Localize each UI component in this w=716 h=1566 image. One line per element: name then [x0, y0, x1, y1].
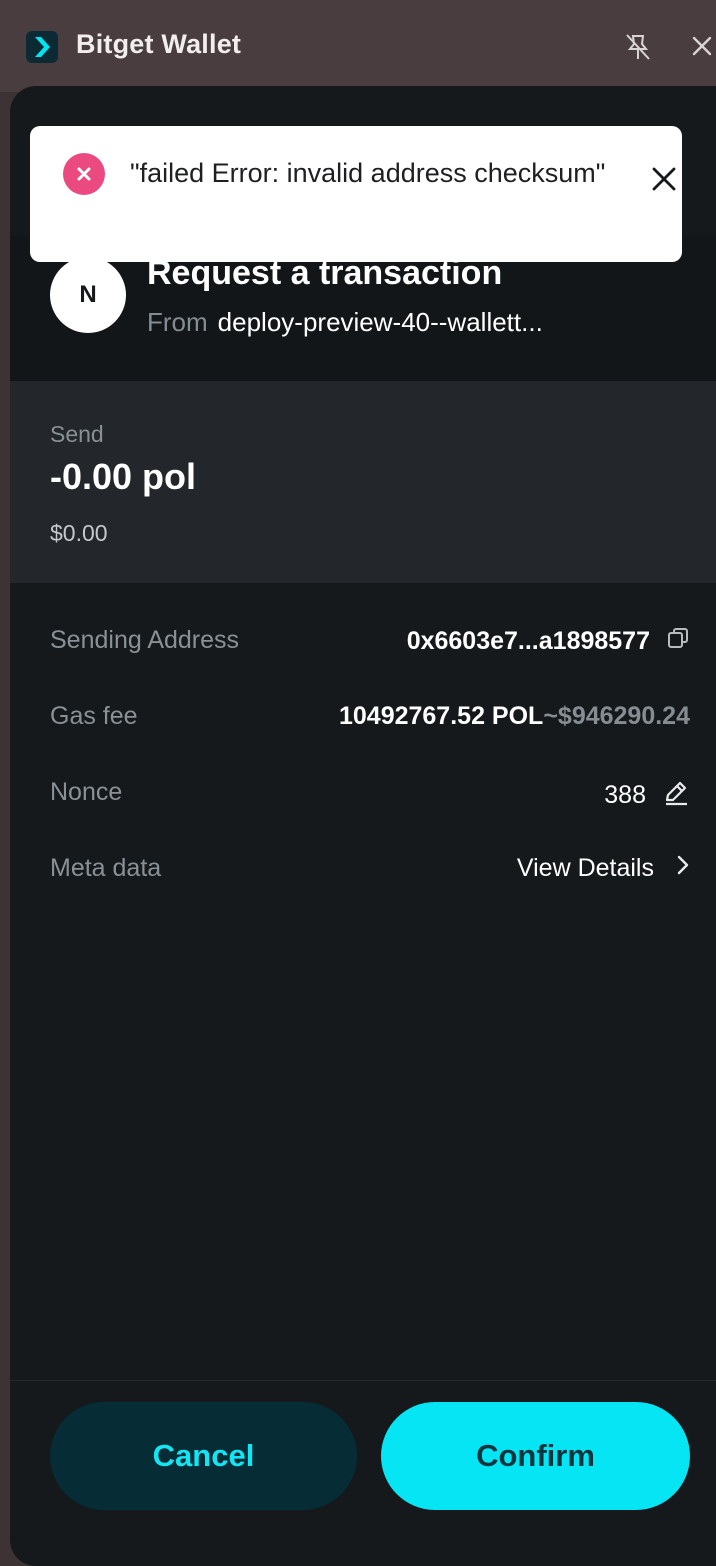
- app-title: Bitget Wallet: [76, 29, 242, 59]
- toast-close-icon[interactable]: [650, 165, 678, 193]
- bitget-chevron-icon: [26, 31, 58, 63]
- nonce-row: Nonce 388: [50, 774, 690, 814]
- from-value: deploy-preview-40--wallett...: [217, 307, 543, 337]
- gas-fee-row: Gas fee 10492767.52 POL ~$946290.24: [50, 698, 690, 738]
- toast-message: "failed Error: invalid address checksum": [130, 158, 606, 188]
- meta-data-label: Meta data: [50, 854, 162, 882]
- cancel-button[interactable]: Cancel: [50, 1402, 357, 1510]
- gas-fee-label: Gas fee: [50, 702, 138, 730]
- sending-address-label: Sending Address: [50, 626, 240, 654]
- edit-pencil-icon[interactable]: [662, 778, 690, 813]
- view-details-link[interactable]: View Details: [517, 854, 654, 883]
- copy-icon[interactable]: [666, 626, 690, 657]
- sending-address-row: Sending Address 0x6603e7...a1898577: [50, 622, 690, 662]
- unpin-icon[interactable]: [624, 32, 652, 62]
- site-avatar: N: [50, 257, 126, 333]
- confirm-button[interactable]: Confirm: [381, 1402, 690, 1510]
- nonce-value: 388: [604, 781, 646, 809]
- gas-fee-usd: ~$946290.24: [543, 702, 690, 730]
- error-x-icon: [63, 153, 105, 195]
- send-amount: -0.00 pol: [50, 456, 197, 497]
- transaction-panel: N Request a transaction From deploy-previ…: [10, 86, 716, 1566]
- chevron-right-icon[interactable]: [676, 854, 690, 883]
- send-usd-value: $0.00: [50, 520, 108, 546]
- nonce-label: Nonce: [50, 778, 123, 806]
- footer-divider: [10, 1380, 716, 1381]
- gas-fee-value: 10492767.52 POL: [338, 702, 544, 730]
- error-toast: "failed Error: invalid address checksum": [30, 126, 682, 262]
- request-origin: From deploy-preview-40--wallett...: [147, 307, 543, 338]
- meta-data-row[interactable]: Meta data View Details: [50, 850, 690, 890]
- close-window-icon[interactable]: [690, 34, 714, 58]
- sending-address-value: 0x6603e7...a1898577: [406, 627, 650, 655]
- send-label: Send: [50, 421, 104, 447]
- from-label: From: [147, 307, 208, 337]
- window-titlebar: Bitget Wallet: [0, 0, 716, 92]
